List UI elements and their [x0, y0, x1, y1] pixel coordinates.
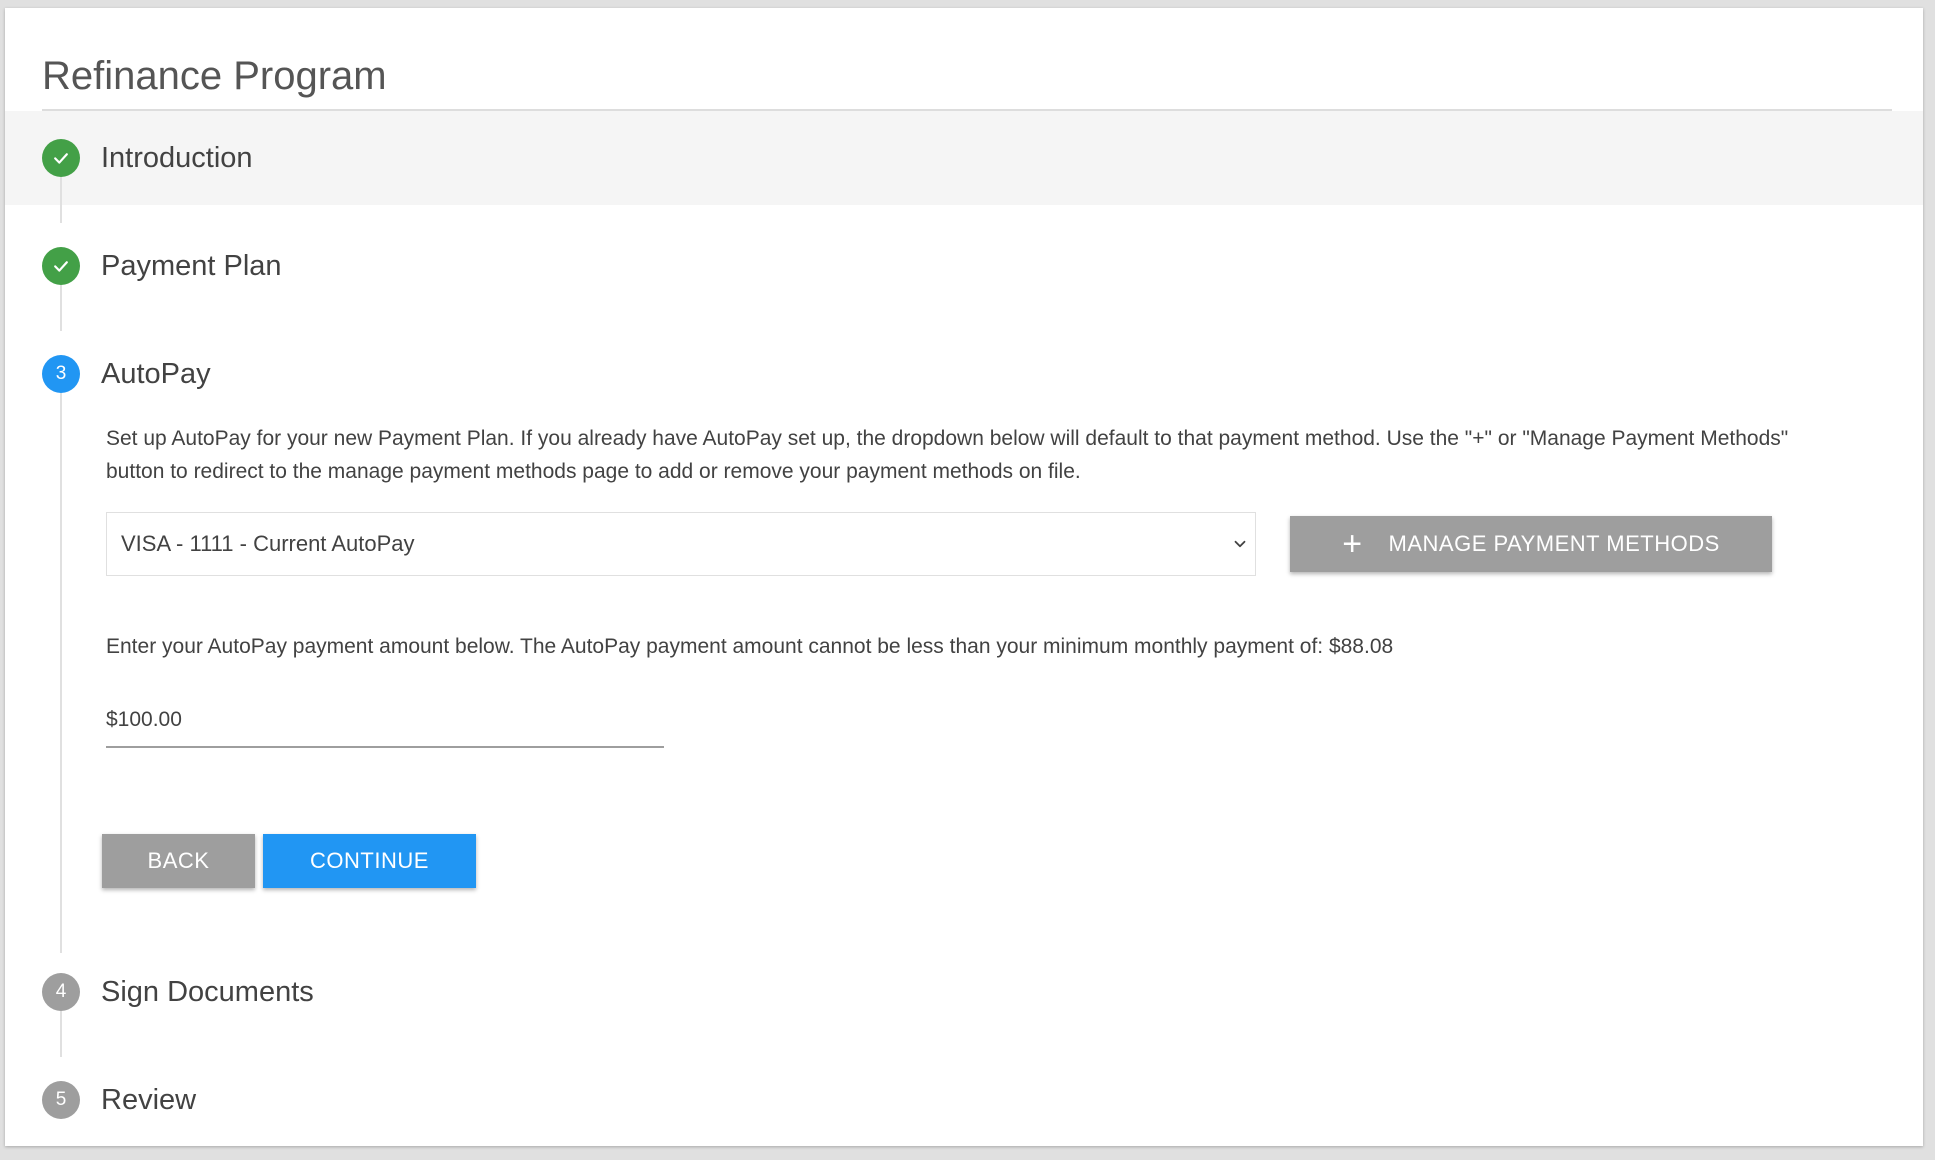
- step-label-introduction: Introduction: [101, 142, 253, 174]
- payment-method-select[interactable]: VISA - 1111 - Current AutoPay: [106, 512, 1256, 576]
- continue-button[interactable]: CONTINUE: [263, 834, 476, 888]
- autopay-description: Set up AutoPay for your new Payment Plan…: [106, 427, 1789, 483]
- step-connector: [60, 1011, 62, 1057]
- step-label-payment-plan: Payment Plan: [101, 250, 282, 282]
- check-icon: [42, 247, 80, 285]
- refinance-card: Refinance Program Introduction Payment P…: [5, 8, 1923, 1146]
- step-sign-documents[interactable]: 4 Sign Documents: [5, 945, 1923, 1039]
- autopay-amount-input[interactable]: [106, 694, 664, 748]
- step-autopay[interactable]: 3 AutoPay: [5, 327, 1923, 421]
- step-payment-plan[interactable]: Payment Plan: [5, 219, 1923, 313]
- step-connector: [60, 177, 62, 223]
- manage-payment-methods-label: MANAGE PAYMENT METHODS: [1388, 531, 1720, 556]
- page-title: Refinance Program: [42, 54, 387, 98]
- step-label-autopay: AutoPay: [101, 358, 211, 390]
- chevron-down-icon: [1234, 540, 1246, 548]
- step-label-sign-documents: Sign Documents: [101, 976, 314, 1008]
- step-review[interactable]: 5 Review: [5, 1053, 1923, 1147]
- amount-instruction: Enter your AutoPay payment amount below.…: [106, 635, 1394, 658]
- step-number-review: 5: [42, 1081, 80, 1119]
- payment-method-value: VISA - 1111 - Current AutoPay: [121, 531, 415, 556]
- step-introduction[interactable]: Introduction: [5, 111, 1923, 205]
- step-label-review: Review: [101, 1084, 197, 1116]
- plus-icon: +: [1342, 525, 1363, 563]
- step-number-autopay: 3: [42, 355, 80, 393]
- step-connector: [60, 285, 62, 331]
- manage-payment-methods-button[interactable]: + MANAGE PAYMENT METHODS: [1290, 516, 1772, 572]
- step-connector: [60, 393, 62, 953]
- step-number-sign-documents: 4: [42, 973, 80, 1011]
- check-icon: [42, 139, 80, 177]
- back-button[interactable]: BACK: [102, 834, 255, 888]
